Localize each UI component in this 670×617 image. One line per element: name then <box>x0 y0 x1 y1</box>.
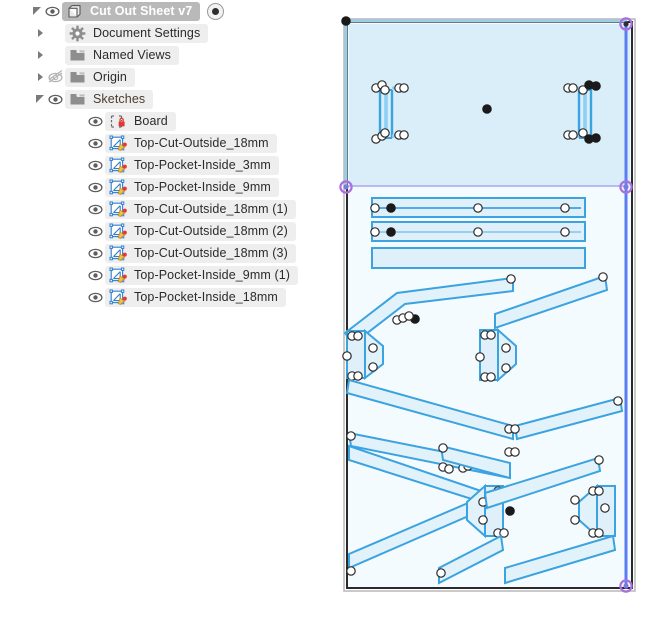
tree-item-cell[interactable]: Named Views <box>65 45 179 65</box>
tree-item-cell[interactable]: Sketches <box>65 89 154 109</box>
eye-visible-icon[interactable] <box>87 113 104 130</box>
tree-item-label: Sketches <box>93 91 146 106</box>
eye-visible-icon[interactable] <box>87 179 104 196</box>
tree-item-label: Top-Cut-Outside_18mm (1) <box>134 201 288 216</box>
tree-item-label: Top-Cut-Outside_18mm (2) <box>134 223 288 238</box>
disclosure-twisty[interactable] <box>33 88 47 110</box>
tree-item-label: Board <box>134 113 168 128</box>
tree-item-board[interactable]: Board <box>0 110 330 132</box>
eye-hidden-icon[interactable] <box>47 69 64 86</box>
sketch-icon <box>109 245 127 262</box>
sketch-icon <box>109 135 127 152</box>
root-row-label: Cut Out Sheet v7 <box>90 3 193 18</box>
tree-item-label: Document Settings <box>93 25 201 40</box>
tree-item-label: Top-Pocket-Inside_18mm <box>134 289 278 304</box>
bar-group-middle <box>370 197 586 269</box>
tree-item-top-cut-outside-18mm-2[interactable]: Top-Cut-Outside_18mm (2) <box>0 220 330 242</box>
disclosure-twisty[interactable] <box>33 44 47 66</box>
tree-item-label: Top-Pocket-Inside_9mm <box>134 179 271 194</box>
eye-visible-icon[interactable] <box>87 223 104 240</box>
tree-item-document-settings[interactable]: Document Settings <box>0 22 330 44</box>
active-document-radio-icon[interactable] <box>207 2 225 20</box>
tree-item-top-pocket-inside-9mm[interactable]: Top-Pocket-Inside_9mm <box>0 176 330 198</box>
eye-visible-icon[interactable] <box>87 201 104 218</box>
sketch-locked-icon <box>109 113 127 130</box>
sketch-icon <box>109 157 127 174</box>
tree-item-cell[interactable]: Top-Cut-Outside_18mm <box>105 133 277 153</box>
sketch-icon <box>109 289 127 306</box>
tree-item-cell[interactable]: Top-Pocket-Inside_3mm <box>105 155 279 175</box>
tree-item-cell[interactable]: Top-Pocket-Inside_18mm <box>105 287 286 307</box>
eye-visible-icon[interactable] <box>87 135 104 152</box>
sketch-icon <box>109 179 127 196</box>
folder-icon <box>69 47 86 64</box>
tree-root-row[interactable]: Cut Out Sheet v7 <box>0 0 330 22</box>
tree-item-top-cut-outside-18mm[interactable]: Top-Cut-Outside_18mm <box>0 132 330 154</box>
eye-visible-icon[interactable] <box>87 157 104 174</box>
tree-item-label: Origin <box>93 69 127 84</box>
root-row-cell[interactable]: Cut Out Sheet v7 <box>62 1 201 21</box>
folder-icon <box>69 91 86 108</box>
tree-item-label: Named Views <box>93 47 171 62</box>
gear-icon <box>69 25 86 42</box>
tree-item-top-pocket-inside-18mm[interactable]: Top-Pocket-Inside_18mm <box>0 286 330 308</box>
center-origin-point <box>482 104 492 114</box>
tree-rows-container: Document Settings Named Views Origin Sketch… <box>0 22 330 308</box>
disclosure-twisty[interactable] <box>33 22 47 44</box>
tree-item-sketches[interactable]: Sketches <box>0 88 330 110</box>
tree-item-cell[interactable]: Document Settings <box>65 23 209 43</box>
tree-item-top-cut-outside-18mm-1[interactable]: Top-Cut-Outside_18mm (1) <box>0 198 330 220</box>
eye-visible-icon[interactable] <box>87 289 104 306</box>
tree-item-named-views[interactable]: Named Views <box>0 44 330 66</box>
tree-item-cell[interactable]: Top-Cut-Outside_18mm (2) <box>105 221 296 241</box>
tree-item-cell[interactable]: Top-Pocket-Inside_9mm (1) <box>105 265 299 285</box>
folder-icon <box>69 69 86 86</box>
sketch-icon <box>109 223 127 240</box>
root-expand-twisty[interactable] <box>30 0 44 22</box>
tree-item-label: Top-Pocket-Inside_9mm (1) <box>134 267 291 282</box>
sketch-icon <box>109 267 127 284</box>
browser-tree-panel[interactable]: Cut Out Sheet v7 Document Settings Named … <box>0 0 330 617</box>
tree-item-cell[interactable]: Board <box>105 111 176 131</box>
tree-item-top-pocket-inside-9mm-1[interactable]: Top-Pocket-Inside_9mm (1) <box>0 264 330 286</box>
disclosure-twisty[interactable] <box>33 66 47 88</box>
tree-item-origin[interactable]: Origin <box>0 66 330 88</box>
tree-item-cell[interactable]: Top-Pocket-Inside_9mm <box>105 177 279 197</box>
tree-item-label: Top-Cut-Outside_18mm (3) <box>134 245 288 260</box>
tree-item-label: Top-Pocket-Inside_3mm <box>134 157 271 172</box>
tree-item-cell[interactable]: Top-Cut-Outside_18mm (3) <box>105 243 296 263</box>
tree-item-top-cut-outside-18mm-3[interactable]: Top-Cut-Outside_18mm (3) <box>0 242 330 264</box>
tree-item-cell[interactable]: Top-Cut-Outside_18mm (1) <box>105 199 296 219</box>
tree-item-top-pocket-inside-3mm[interactable]: Top-Pocket-Inside_3mm <box>0 154 330 176</box>
eye-visible-icon[interactable] <box>87 245 104 262</box>
eye-visible-icon[interactable] <box>44 3 61 20</box>
handle-top-left-point <box>341 16 351 26</box>
tree-item-label: Top-Cut-Outside_18mm <box>134 135 269 150</box>
sketch-icon <box>109 201 127 218</box>
eye-visible-icon[interactable] <box>87 267 104 284</box>
eye-visible-icon[interactable] <box>47 91 64 108</box>
tree-item-cell[interactable]: Origin <box>65 67 135 87</box>
document-cube-icon <box>66 3 83 20</box>
sketch-canvas[interactable] <box>335 8 665 608</box>
